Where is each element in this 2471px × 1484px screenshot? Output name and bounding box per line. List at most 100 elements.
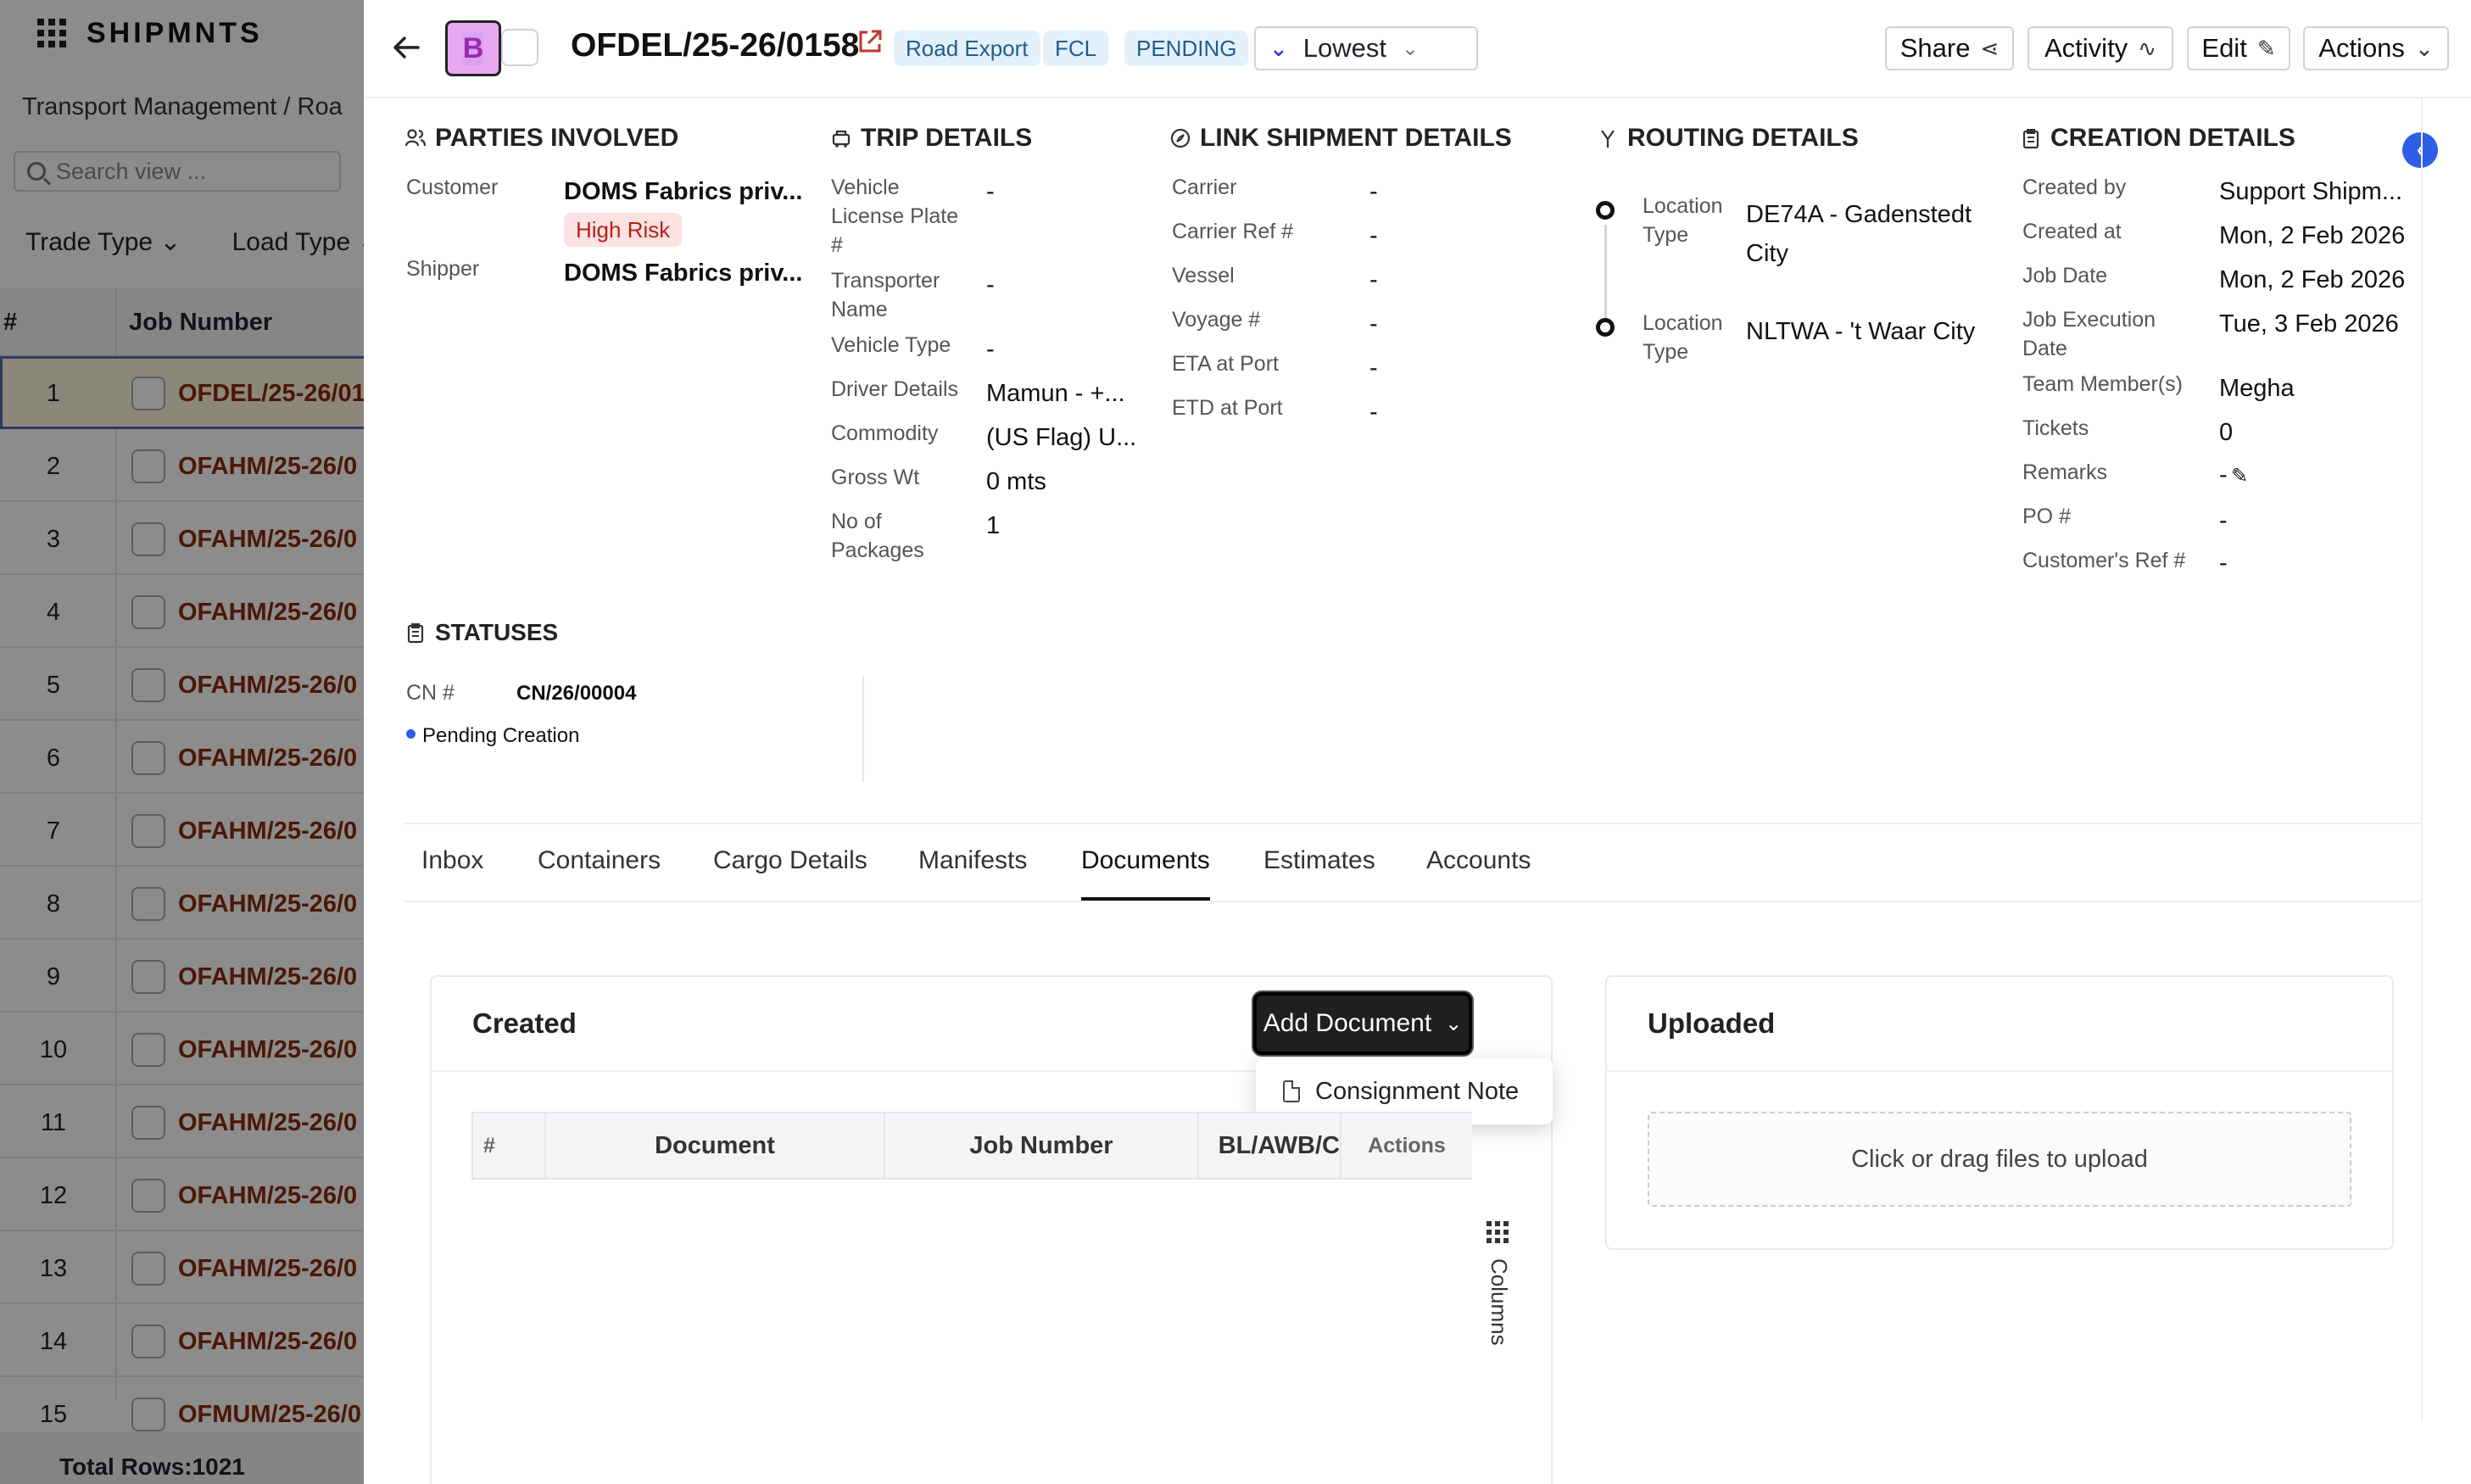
tab-inbox[interactable]: Inbox <box>421 846 483 875</box>
edit-label: Edit <box>2201 33 2247 63</box>
shipper-label: Shipper <box>406 257 480 281</box>
priority-value: Lowest <box>1302 33 1387 63</box>
upload-dropzone[interactable]: Click or drag files to upload <box>1648 1112 2351 1207</box>
uploaded-title: Uploaded <box>1648 1007 1776 1039</box>
add-document-label: Add Document <box>1263 1009 1432 1037</box>
priority-select[interactable]: ⌄ Lowest ⌄ <box>1254 26 1478 70</box>
share-label: Share <box>1899 33 1971 63</box>
created-title: Created <box>472 1007 577 1039</box>
tag-trade: Road Export <box>894 31 1040 66</box>
eta-value: - <box>1369 354 1378 382</box>
eta-label: ETA at Port <box>1172 352 1279 376</box>
statuses-section-title: STATUSES <box>404 619 558 646</box>
packages-value: 1 <box>986 512 1001 539</box>
tab-containers[interactable]: Containers <box>538 846 661 875</box>
trip-section-title: TRIP DETAILS <box>830 124 1032 153</box>
job-exec-date-value: Tue, 3 Feb 2026 <box>2219 310 2399 338</box>
creation-title-text: CREATION DETAILS <box>2050 124 2295 152</box>
add-document-button[interactable]: Add Document ⌄ <box>1253 992 1472 1055</box>
chevron-down-icon: ⌄ <box>2414 35 2434 61</box>
etd-value: - <box>1369 399 1378 426</box>
cn-value[interactable]: CN/26/00004 <box>516 678 636 709</box>
share-button[interactable]: Share ⋖ <box>1885 26 2014 70</box>
team-members-label: Team Member(s) <box>2022 372 2183 396</box>
col-bl-awb[interactable]: BL/AWB/C <box>1199 1113 1341 1178</box>
job-exec-date-label: Job Execution Date <box>2022 308 2156 360</box>
driver-value: Mamun - +... <box>986 380 1125 407</box>
remarks-value: - <box>2219 461 2228 488</box>
tickets-value: 0 <box>2219 419 2234 446</box>
tab-accounts[interactable]: Accounts <box>1426 846 1531 875</box>
avatar[interactable]: B <box>445 20 501 76</box>
shipment-drawer: B OFDEL/25-26/0158 Road Export FCL PENDI… <box>364 0 2471 1484</box>
team-members-value: Megha <box>2219 375 2295 402</box>
collapse-panel-button[interactable]: ‹ <box>2402 132 2438 168</box>
clipboard-icon <box>2022 129 2039 149</box>
activity-label: Activity <box>2044 33 2128 63</box>
customer-ref-label: Customer's Ref # <box>2022 549 2186 572</box>
vehicle-plate-value: - <box>986 178 995 205</box>
parties-section-title: PARTIES INVOLVED <box>404 124 678 153</box>
tab-cargo-details[interactable]: Cargo Details <box>713 846 867 875</box>
tab-estimates[interactable]: Estimates <box>1263 846 1375 875</box>
job-date-value: Mon, 2 Feb 2026 <box>2219 266 2406 293</box>
risk-badge: High Risk <box>564 213 683 247</box>
gross-wt-value: 0 mts <box>986 468 1046 495</box>
route-destination-dot <box>1596 318 1615 337</box>
vessel-value: - <box>1369 266 1378 293</box>
clipboard-icon <box>407 623 424 644</box>
col-document[interactable]: Document <box>546 1113 885 1178</box>
compass-icon <box>1170 128 1191 148</box>
remarks-edit-icon[interactable]: ✎ <box>2231 461 2248 492</box>
remarks-label: Remarks <box>2022 460 2108 484</box>
voyage-value: - <box>1369 310 1378 338</box>
drawer-header: B OFDEL/25-26/0158 Road Export FCL PENDI… <box>364 0 2471 98</box>
col-actions: Actions <box>1341 1113 1472 1178</box>
menu-item-consignment-note[interactable]: Consignment Note <box>1315 1078 1519 1106</box>
avatar-letter: B <box>462 31 484 65</box>
created-at-value: Mon, 2 Feb 2026 <box>2219 222 2406 249</box>
edit-button[interactable]: Edit ✎ <box>2187 26 2290 70</box>
carrier-label: Carrier <box>1172 176 1237 199</box>
statuses-title-text: STATUSES <box>435 619 559 645</box>
gross-wt-label: Gross Wt <box>831 466 920 489</box>
link-title-text: LINK SHIPMENT DETAILS <box>1200 124 1512 152</box>
tab-manifests[interactable]: Manifests <box>918 846 1027 875</box>
pencil-icon: ✎ <box>2256 35 2276 61</box>
created-at-label: Created at <box>2022 220 2122 243</box>
priority-lowest-icon: ⌄ <box>1269 35 1288 61</box>
tickets-label: Tickets <box>2022 416 2089 440</box>
chevron-down-icon: ⌄ <box>1445 1012 1463 1035</box>
tab-documents[interactable]: Documents <box>1081 846 1210 875</box>
external-link-icon[interactable] <box>856 27 884 56</box>
customer-value[interactable]: DOMS Fabrics priv... <box>564 176 802 207</box>
shipper-value[interactable]: DOMS Fabrics priv... <box>564 258 802 288</box>
voyage-label: Voyage # <box>1172 308 1261 332</box>
back-arrow-icon[interactable] <box>389 31 423 64</box>
parties-title-text: PARTIES INVOLVED <box>435 124 679 152</box>
select-checkbox[interactable] <box>501 29 538 66</box>
customer-ref-value: - <box>2219 550 2228 577</box>
created-by-label: Created by <box>2022 176 2127 199</box>
col-job-number[interactable]: Job Number <box>885 1113 1199 1178</box>
truck-icon <box>832 130 851 148</box>
carrier-ref-value: - <box>1369 222 1378 249</box>
actions-label: Actions <box>2318 33 2405 63</box>
route-fork-icon <box>1601 130 1615 148</box>
col-index: # <box>473 1113 546 1178</box>
route-origin-dot <box>1596 201 1615 220</box>
activity-button[interactable]: Activity ∿ <box>2028 26 2173 70</box>
transporter-label: Transporter Name <box>831 269 940 321</box>
driver-label: Driver Details <box>831 377 959 401</box>
columns-label: Columns <box>1487 1258 1512 1346</box>
etd-label: ETD at Port <box>1172 396 1283 420</box>
activity-icon: ∿ <box>2138 35 2156 61</box>
commodity-value: (US Flag) U... <box>986 424 1137 451</box>
cn-label: CN # <box>406 681 455 705</box>
columns-panel-toggle[interactable]: Columns <box>1481 1221 1515 1365</box>
tag-status: PENDING <box>1124 31 1249 66</box>
actions-button[interactable]: Actions ⌄ <box>2303 26 2449 70</box>
job-date-label: Job Date <box>2022 264 2108 287</box>
routing-section-title: ROUTING DETAILS <box>1597 124 1859 153</box>
status-dot <box>406 729 416 739</box>
